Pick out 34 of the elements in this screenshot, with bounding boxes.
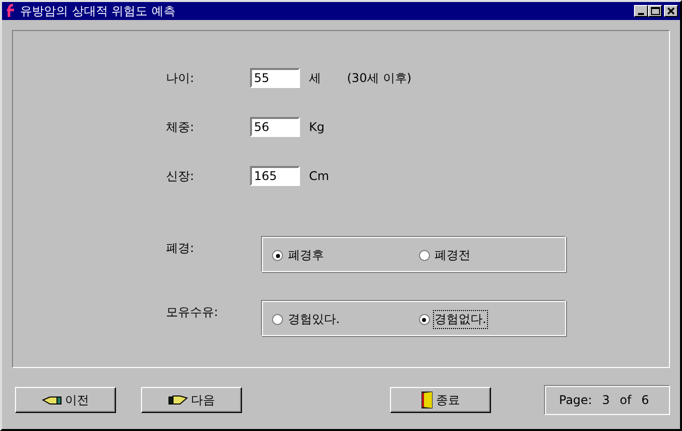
field-label: 신장: [166, 168, 196, 184]
page-of-label: of [620, 393, 632, 407]
radio-button[interactable] [272, 250, 283, 261]
radio-label[interactable]: 폐경전 [434, 247, 472, 264]
radio-button[interactable] [418, 314, 430, 325]
maximize-icon [650, 7, 660, 15]
page-total: 6 [641, 393, 649, 407]
minimize-button[interactable] [634, 5, 648, 17]
radio-label[interactable]: 폐경후 [287, 247, 325, 264]
radio-button[interactable] [418, 250, 430, 261]
input-field[interactable]: 55 [250, 68, 300, 88]
radio-label[interactable]: 경험있다. [287, 311, 341, 328]
field-label: 체중: [166, 118, 196, 136]
input-field[interactable]: 56 [250, 117, 300, 137]
field-label: 나이: [166, 70, 196, 86]
radio-label[interactable]: 경험없다. [434, 311, 488, 328]
window-title: 유방암의 상대적 위험도 예측 [20, 2, 176, 20]
radio-button[interactable] [272, 314, 283, 325]
close-icon [667, 7, 675, 15]
nav-button[interactable]: 이전 [15, 387, 116, 413]
nav-button[interactable]: 종료 [390, 387, 491, 413]
page-label: Page: [559, 393, 592, 407]
door-icon [421, 391, 433, 409]
maximize-button[interactable] [648, 5, 662, 17]
unit-label: 세 [309, 70, 321, 86]
close-button[interactable] [664, 5, 678, 17]
group-label: 모유수유: [166, 304, 220, 320]
unit-label: Cm [309, 169, 330, 183]
input-field[interactable]: 165 [250, 166, 300, 186]
unit-label: Kg [309, 120, 324, 134]
group-label: 폐경: [166, 240, 196, 256]
hint-text: (30세 이후) [347, 70, 412, 86]
page-number: 3 [602, 393, 610, 407]
nav-button[interactable]: 다음 [141, 387, 242, 413]
